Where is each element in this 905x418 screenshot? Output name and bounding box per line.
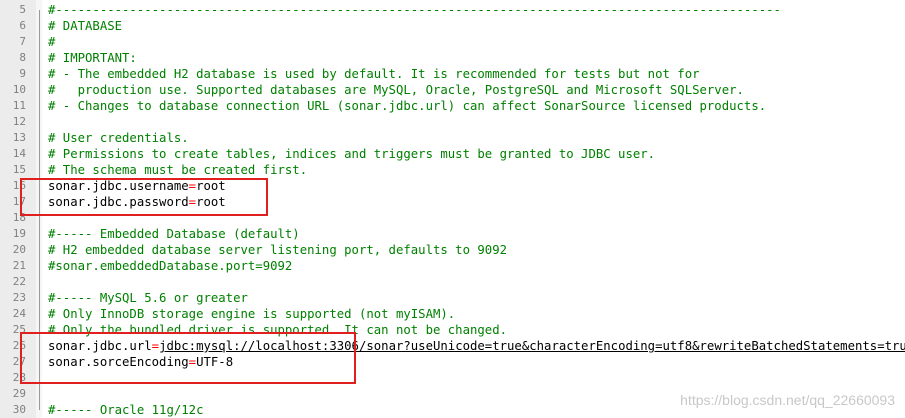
line-content[interactable]: # H2 embedded database server listening … — [48, 242, 507, 258]
line-content[interactable]: #----- Oracle 11g/12c — [48, 402, 203, 418]
line-number: 30 — [12, 403, 26, 416]
line-number: 13 — [12, 131, 26, 144]
line-content[interactable]: # IMPORTANT: — [48, 50, 137, 66]
code-line[interactable]: 13 # User credentials. — [0, 130, 905, 146]
line-content[interactable]: # — [48, 34, 55, 50]
code-line[interactable]: 8 # IMPORTANT: — [0, 50, 905, 66]
line-content[interactable]: #----- Embedded Database (default) — [48, 226, 300, 242]
code-line[interactable]: 24 # Only InnoDB storage engine is suppor… — [0, 306, 905, 322]
code-line[interactable]: 9 # - The embedded H2 database is used by… — [0, 66, 905, 82]
line-number: 24 — [12, 307, 26, 320]
line-number: 14 — [12, 147, 26, 160]
code-line[interactable]: 10 # production use. Supported databases … — [0, 82, 905, 98]
code-line[interactable]: 23 #----- MySQL 5.6 or greater — [0, 290, 905, 306]
line-number: 20 — [12, 243, 26, 256]
code-editor[interactable]: 5 #--------------------------------------… — [0, 0, 905, 418]
code-line[interactable]: 6 # DATABASE — [0, 18, 905, 34]
line-content[interactable]: # - The embedded H2 database is used by … — [48, 66, 700, 82]
line-number: 6 — [19, 19, 26, 32]
line-number: 22 — [12, 275, 26, 288]
watermark-text: https://blog.csdn.net/qq_22660093 — [680, 392, 895, 408]
line-number: 7 — [19, 35, 26, 48]
line-content[interactable]: # DATABASE — [48, 18, 122, 34]
line-number: 5 — [19, 3, 26, 16]
line-number: 21 — [12, 259, 26, 272]
line-content[interactable]: #----- MySQL 5.6 or greater — [48, 290, 248, 306]
code-line[interactable]: 22 — [0, 274, 905, 290]
line-content[interactable]: # Only InnoDB storage engine is supporte… — [48, 306, 455, 322]
line-content[interactable]: # The schema must be created first. — [48, 162, 307, 178]
line-number: 29 — [12, 387, 26, 400]
line-content[interactable]: # User credentials. — [48, 130, 189, 146]
line-content[interactable]: # production use. Supported databases ar… — [48, 82, 744, 98]
code-line[interactable]: 20 # H2 embedded database server listenin… — [0, 242, 905, 258]
line-number: 19 — [12, 227, 26, 240]
line-content[interactable]: # Permissions to create tables, indices … — [48, 146, 655, 162]
code-line[interactable]: 11 # - Changes to database connection URL… — [0, 98, 905, 114]
line-content[interactable]: #sonar.embeddedDatabase.port=9092 — [48, 258, 292, 274]
credentials-highlight-box — [20, 178, 268, 216]
line-number: 12 — [12, 115, 26, 128]
line-number: 23 — [12, 291, 26, 304]
line-number: 9 — [19, 67, 26, 80]
code-line[interactable]: 5 #--------------------------------------… — [0, 2, 905, 18]
line-number: 11 — [12, 99, 26, 112]
line-content[interactable]: #---------------------------------------… — [48, 2, 781, 18]
code-line[interactable]: 7 # — [0, 34, 905, 50]
line-number: 15 — [12, 163, 26, 176]
code-line[interactable]: 14 # Permissions to create tables, indice… — [0, 146, 905, 162]
code-line[interactable]: 15 # The schema must be created first. — [0, 162, 905, 178]
line-number: 8 — [19, 51, 26, 64]
code-line[interactable]: 21 #sonar.embeddedDatabase.port=9092 — [0, 258, 905, 274]
mysql-url-highlight-box — [20, 332, 356, 384]
line-content[interactable]: # - Changes to database connection URL (… — [48, 98, 766, 114]
code-line[interactable]: 12 — [0, 114, 905, 130]
line-number: 10 — [12, 83, 26, 96]
code-line[interactable]: 19 #----- Embedded Database (default) — [0, 226, 905, 242]
